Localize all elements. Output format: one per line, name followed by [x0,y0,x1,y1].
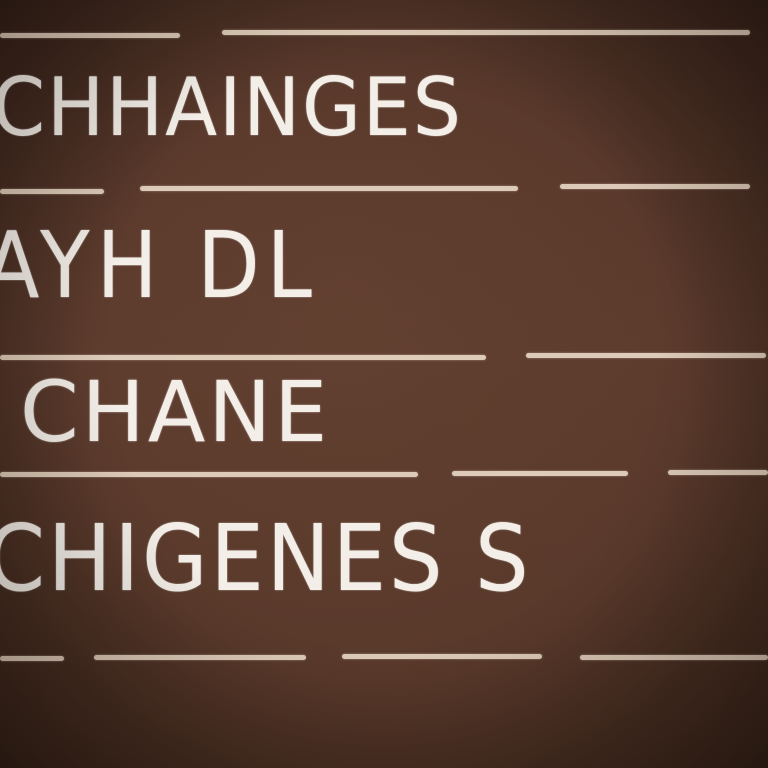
chalk-rule [560,184,750,189]
chalk-rule [140,186,518,191]
chalk-rule [0,33,180,38]
chalk-rule [0,656,64,661]
chalk-rule [0,189,104,194]
chalk-rule [342,654,542,659]
chalk-rule [0,355,486,360]
chalk-rule [526,353,766,358]
chalk-rule [452,471,628,476]
chalk-rule [94,655,306,660]
chalk-word: CHIGENES S [0,505,532,612]
chalk-word: CHHAINGES [0,61,463,154]
chalk-rule [0,472,418,477]
chalk-rule [668,470,768,475]
chalkboard: CHHAINGES AYH DL CHANE CHIGENES S [0,0,768,768]
chalk-rule [580,655,768,660]
chalk-word: CHANE [20,363,331,461]
chalk-word: AYH DL [0,212,319,319]
chalk-rule [222,30,750,35]
